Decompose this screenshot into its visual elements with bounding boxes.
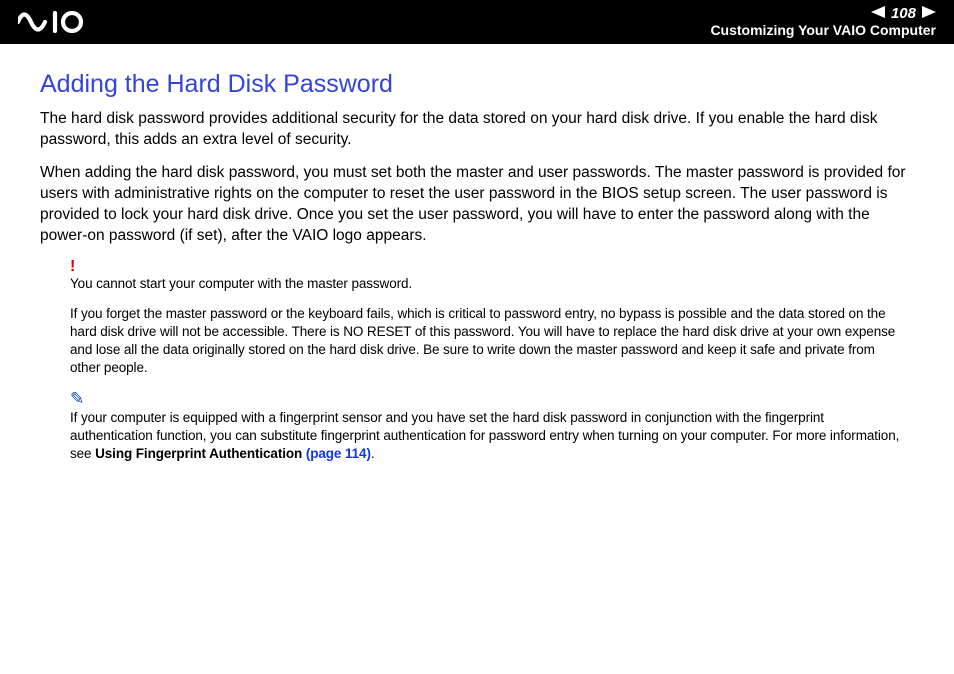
tip-bold: Using Fingerprint Authentication [95, 446, 306, 461]
page-content: Adding the Hard Disk Password The hard d… [0, 44, 954, 463]
intro-paragraph-2: When adding the hard disk password, you … [40, 163, 914, 247]
section-label: Customizing Your VAIO Computer [710, 23, 936, 38]
warning-text-2: If you forget the master password or the… [70, 305, 904, 378]
intro-paragraph-1: The hard disk password provides addition… [40, 109, 914, 151]
tip-icon: ✎ [70, 390, 904, 407]
warning-note: ! You cannot start your computer with th… [70, 259, 904, 378]
tip-suffix: . [371, 446, 375, 461]
page-title: Adding the Hard Disk Password [40, 70, 914, 99]
tip-text: If your computer is equipped with a fing… [70, 409, 904, 464]
header-right: 108 Customizing Your VAIO Computer [710, 6, 936, 38]
warning-text-1: You cannot start your computer with the … [70, 275, 904, 293]
page-header: 108 Customizing Your VAIO Computer [0, 0, 954, 44]
page-number: 108 [891, 6, 916, 23]
vaio-logo [18, 11, 128, 33]
tip-link[interactable]: (page 114) [306, 446, 371, 461]
page-navigation: 108 [710, 6, 936, 23]
prev-page-arrow[interactable] [871, 6, 885, 23]
next-page-arrow[interactable] [922, 6, 936, 23]
warning-icon: ! [70, 259, 904, 275]
tip-note: ✎ If your computer is equipped with a fi… [70, 390, 904, 464]
